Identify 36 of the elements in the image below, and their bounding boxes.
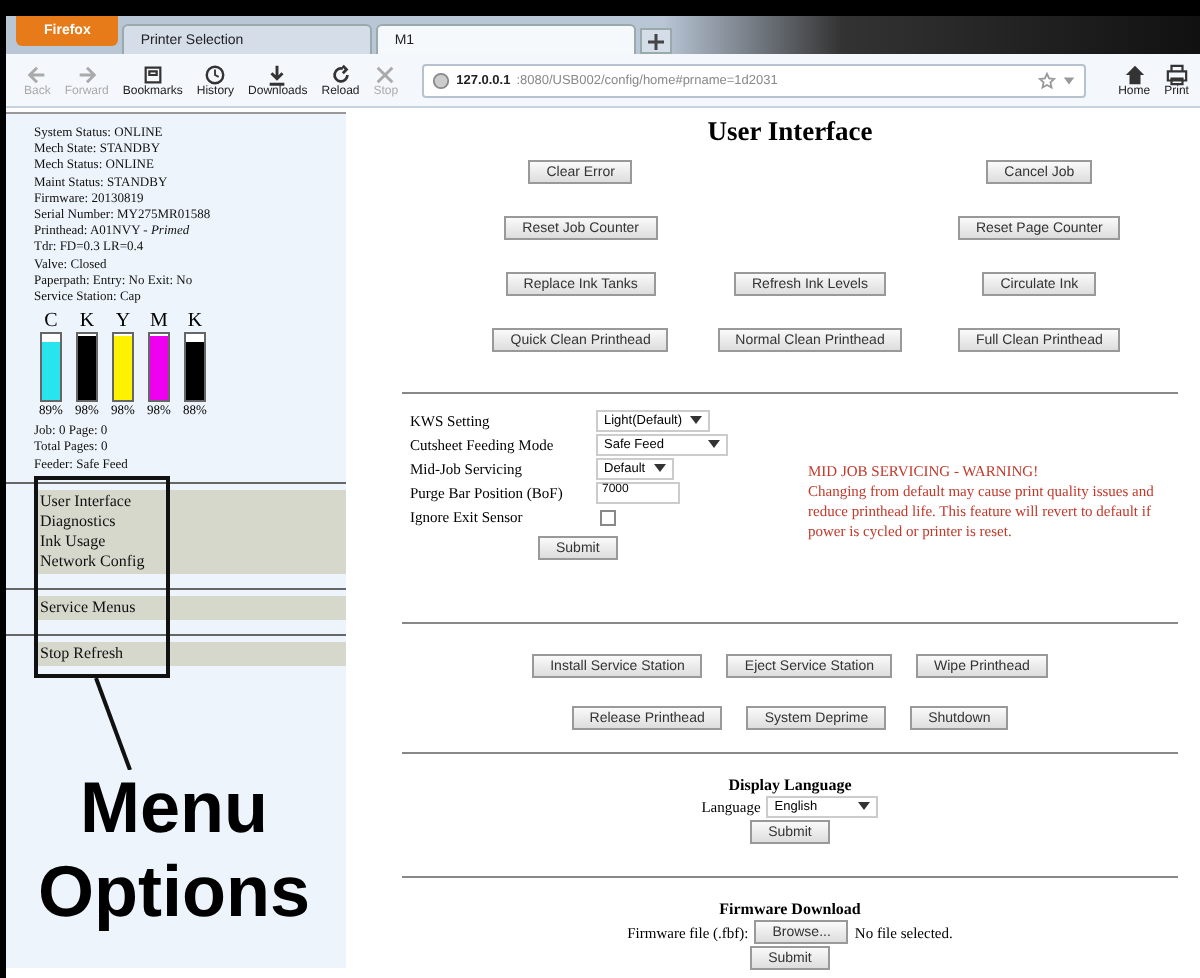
download-icon — [266, 63, 289, 85]
bookmarks-icon — [141, 63, 164, 85]
ink-letter: M — [150, 310, 168, 333]
dropdown-icon[interactable] — [1062, 73, 1077, 87]
section-heading: Display Language — [728, 776, 852, 794]
menu-link[interactable]: Ink Usage — [40, 531, 340, 552]
star-icon[interactable] — [1038, 71, 1057, 89]
plus-icon — [648, 33, 665, 49]
dropdown-icon — [858, 802, 871, 812]
reload-icon — [329, 63, 352, 85]
menu-link[interactable]: Service Menus — [40, 597, 340, 618]
forward-arrow-icon — [75, 63, 98, 85]
clock-icon — [204, 63, 227, 85]
page-title: User Interface — [705, 116, 875, 148]
menu-link[interactable]: Diagnostics — [40, 511, 340, 532]
ink-letter: K — [187, 310, 203, 333]
dropdown-icon — [708, 440, 720, 450]
ink-letter: C — [44, 310, 58, 333]
leader-line — [94, 678, 134, 770]
menu-link[interactable]: User Interface — [40, 491, 340, 512]
checkbox[interactable] — [600, 509, 616, 525]
home-icon — [1123, 63, 1146, 85]
callout-text: Options — [38, 850, 310, 934]
menu-link[interactable]: Stop Refresh — [40, 643, 340, 664]
menu-link[interactable]: Network Config — [40, 551, 340, 572]
callout-text: Menu — [79, 766, 268, 850]
section-heading: Firmware Download — [719, 900, 861, 918]
stop-icon — [374, 63, 397, 85]
dropdown-icon — [653, 464, 666, 474]
back-arrow-icon — [26, 63, 49, 85]
printer-icon — [1165, 63, 1188, 85]
globe-icon — [432, 71, 451, 89]
ink-letter: Y — [115, 310, 131, 333]
dropdown-icon — [690, 416, 703, 426]
ink-letter: K — [79, 310, 95, 333]
new-tab-button[interactable] — [640, 28, 673, 54]
